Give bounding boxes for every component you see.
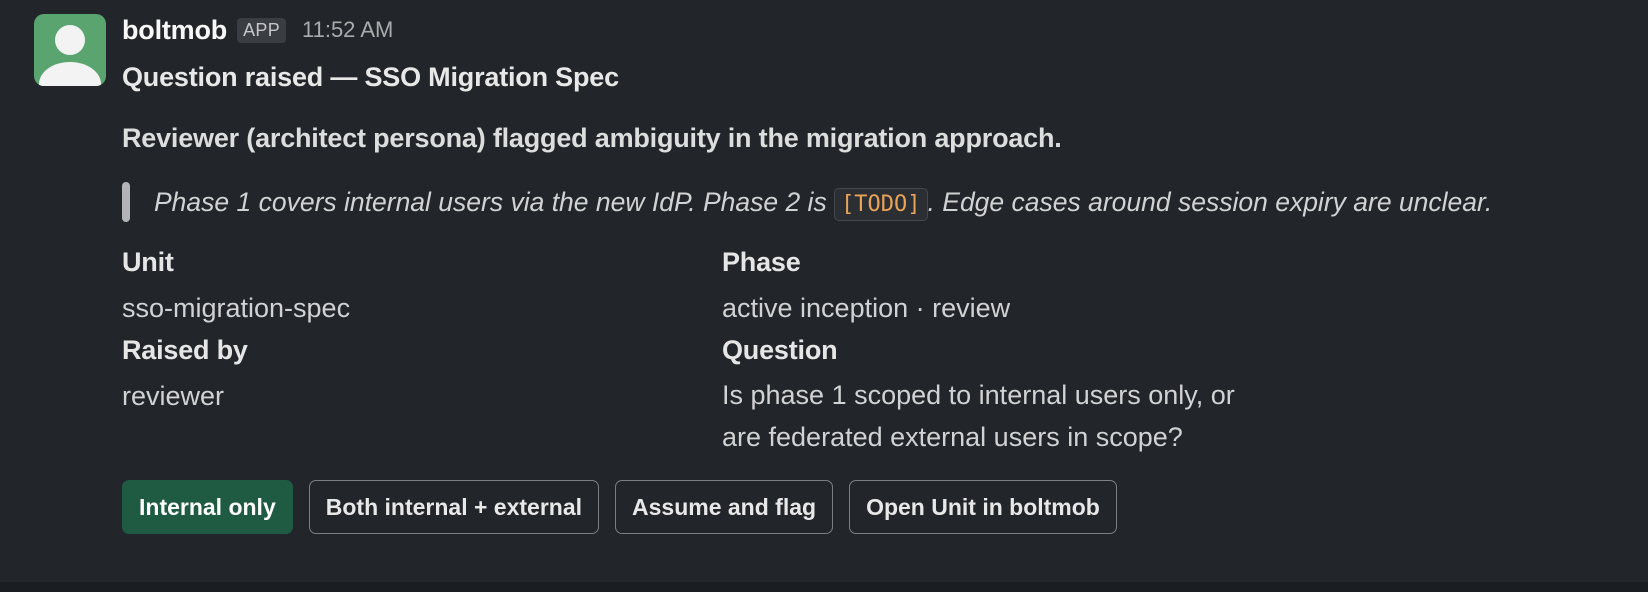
- message-title: Question raised — SSO Migration Spec: [122, 62, 619, 92]
- user-silhouette-icon: [39, 25, 101, 86]
- assume-and-flag-button[interactable]: Assume and flag: [615, 480, 834, 534]
- sender-name[interactable]: boltmob: [122, 15, 227, 46]
- action-buttons: Internal only Both internal + external A…: [122, 480, 1618, 534]
- quote-bar: [122, 182, 130, 222]
- field-value-unit: sso-migration-spec: [122, 293, 351, 323]
- field-phase: Phase active inception · review: [722, 242, 1422, 330]
- field-label-question: Question: [722, 335, 838, 365]
- avatar[interactable]: [34, 14, 106, 86]
- message: boltmob APP 11:52 AM Question raised — S…: [0, 0, 1648, 582]
- quote-text-before: Phase 1 covers internal users via the ne…: [154, 187, 835, 217]
- message-content: boltmob APP 11:52 AM Question raised — S…: [122, 12, 1618, 534]
- timestamp[interactable]: 11:52 AM: [302, 17, 393, 43]
- field-unit: Unit sso-migration-spec: [122, 242, 722, 330]
- message-summary: Reviewer (architect persona) flagged amb…: [122, 123, 1062, 153]
- field-question: Question Is phase 1 scoped to internal u…: [722, 330, 1422, 458]
- field-label-raised-by: Raised by: [122, 335, 248, 365]
- field-value-raised-by: reviewer: [122, 381, 225, 411]
- field-label-unit: Unit: [122, 247, 174, 277]
- field-value-phase: active inception · review: [722, 293, 1011, 323]
- inline-code: [TODO]: [834, 188, 928, 221]
- internal-only-button[interactable]: Internal only: [122, 480, 293, 534]
- field-raised-by: Raised by reviewer: [122, 330, 722, 458]
- app-badge: APP: [237, 17, 286, 43]
- both-internal-external-button[interactable]: Both internal + external: [308, 480, 600, 534]
- quote-text-after: . Edge cases around session expiry are u…: [927, 187, 1493, 217]
- field-value-question-line2: are federated external users in scope?: [722, 422, 1183, 452]
- blockquote: Phase 1 covers internal users via the ne…: [122, 180, 1618, 224]
- fields-grid: Unit sso-migration-spec Phase active inc…: [122, 242, 1618, 458]
- field-label-phase: Phase: [722, 247, 801, 277]
- message-header: boltmob APP 11:52 AM: [122, 12, 1618, 48]
- open-unit-button[interactable]: Open Unit in boltmob: [849, 480, 1117, 534]
- field-value-question-line1: Is phase 1 scoped to internal users only…: [722, 380, 1235, 410]
